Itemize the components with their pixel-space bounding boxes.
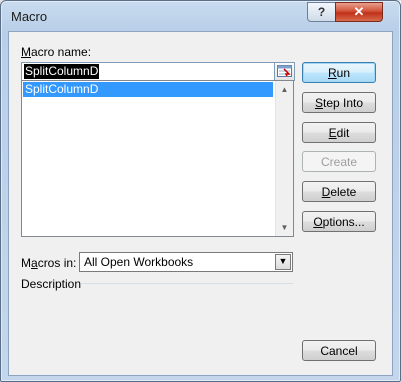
- list-scrollbar[interactable]: ▲ ▼: [275, 81, 293, 236]
- title-bar[interactable]: Macro ? ✕: [1, 1, 400, 31]
- cancel-button[interactable]: Cancel: [302, 340, 376, 361]
- edit-button[interactable]: Edit: [302, 122, 376, 143]
- macro-name-label: Macro name:: [21, 45, 92, 59]
- dialog-body: Macro name: SplitColumnD SplitColumnD ▲ …: [8, 31, 393, 376]
- dialog-title: Macro: [11, 9, 48, 24]
- macro-name-input[interactable]: SplitColumnD: [21, 62, 276, 81]
- macro-list[interactable]: SplitColumnD ▲ ▼: [21, 80, 294, 237]
- run-button[interactable]: Run: [302, 62, 376, 83]
- options-button[interactable]: Options...: [302, 211, 376, 232]
- close-button[interactable]: ✕: [335, 2, 383, 22]
- list-item[interactable]: SplitColumnD: [23, 82, 273, 97]
- description-divider: [81, 283, 293, 284]
- delete-button[interactable]: Delete: [302, 181, 376, 202]
- step-into-button[interactable]: Step Into: [302, 92, 376, 113]
- macros-in-value: All Open Workbooks: [84, 255, 194, 269]
- macros-in-label: Macros in:: [21, 256, 77, 270]
- macro-name-value: SplitColumnD: [24, 64, 100, 79]
- range-select-icon: [277, 65, 292, 77]
- scroll-down-icon[interactable]: ▼: [276, 219, 293, 236]
- collapse-dialog-button[interactable]: [274, 62, 295, 81]
- macros-in-dropdown[interactable]: All Open Workbooks ▼: [79, 252, 293, 272]
- description-label: Description: [21, 277, 82, 291]
- scroll-up-icon[interactable]: ▲: [276, 81, 293, 98]
- macro-dialog: Macro ? ✕ Macro name: SplitColumnD Split…: [0, 0, 401, 382]
- dropdown-arrow-icon[interactable]: ▼: [275, 254, 291, 270]
- create-button[interactable]: Create: [302, 151, 376, 172]
- help-button[interactable]: ?: [307, 2, 336, 22]
